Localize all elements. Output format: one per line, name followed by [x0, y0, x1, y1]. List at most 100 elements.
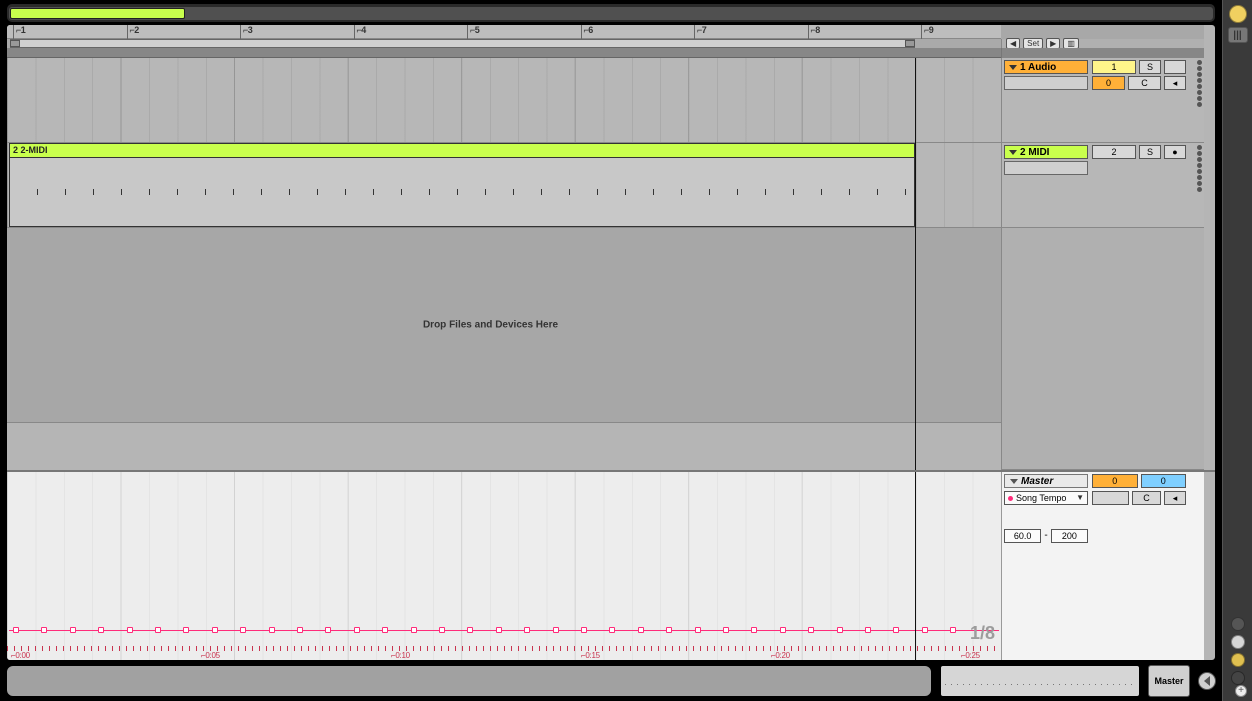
automation-breakpoint[interactable] [837, 627, 843, 633]
drop-area-label: Drop Files and Devices Here [423, 320, 558, 331]
automation-breakpoint[interactable] [297, 627, 303, 633]
master-label: Master [1021, 476, 1053, 487]
automation-breakpoint[interactable] [183, 627, 189, 633]
automation-breakpoint[interactable] [666, 627, 672, 633]
automation-breakpoint[interactable] [553, 627, 559, 633]
automation-param-label: Song Tempo [1016, 492, 1066, 504]
automation-breakpoint[interactable] [212, 627, 218, 633]
time-ruler[interactable]: ⌐0:00⌐0:05⌐0:10⌐0:15⌐0:20⌐0:25 [7, 646, 1001, 660]
time-ruler-label: ⌐0:05 [201, 651, 220, 660]
session-view-button[interactable] [1229, 5, 1247, 23]
track-header-audio[interactable]: 1 Audio 1 S 0 C ◂ [1001, 58, 1204, 143]
delay-button[interactable] [1231, 671, 1245, 685]
time-ruler-label: ⌐0:20 [771, 651, 790, 660]
master-cue-blank[interactable] [1092, 491, 1129, 505]
time-ruler-label: ⌐0:10 [391, 651, 410, 660]
horizontal-scrollbar[interactable] [6, 665, 932, 697]
playhead-automation [915, 472, 916, 660]
automation-breakpoint[interactable] [325, 627, 331, 633]
loop-bracket-lane[interactable] [7, 39, 1001, 48]
mixer-button[interactable] [1231, 653, 1245, 667]
automation-breakpoint[interactable] [950, 627, 956, 633]
automation-breakpoint[interactable] [865, 627, 871, 633]
automation-breakpoint[interactable] [609, 627, 615, 633]
track-header-midi[interactable]: 2 MIDI 2 S ● [1001, 143, 1204, 228]
time-ruler-label: ⌐0:25 [961, 651, 980, 660]
master-send-b[interactable]: 0 [1141, 474, 1187, 488]
automation-breakpoint[interactable] [581, 627, 587, 633]
track-arm-button[interactable] [1164, 60, 1186, 74]
track-solo-button[interactable]: S [1139, 60, 1161, 74]
track-fold-icon[interactable] [1010, 479, 1018, 484]
track-arm-button[interactable]: ● [1164, 145, 1186, 159]
tempo-min-field[interactable]: 60.0 [1004, 529, 1041, 543]
right-toolbar: ||| [1222, 0, 1252, 701]
automation-breakpoint[interactable] [695, 627, 701, 633]
loop-brace[interactable] [10, 39, 915, 48]
automation-breakpoint[interactable] [524, 627, 530, 633]
automation-breakpoint[interactable] [751, 627, 757, 633]
track-meter [1196, 60, 1202, 107]
tempo-max-field[interactable]: 200 [1051, 529, 1088, 543]
automation-breakpoint[interactable] [269, 627, 275, 633]
automation-breakpoint[interactable] [382, 627, 388, 633]
automation-breakpoint[interactable] [127, 627, 133, 633]
midi-clip-body[interactable] [9, 158, 915, 227]
return-button[interactable] [1231, 635, 1245, 649]
arrangement-view-button[interactable]: ||| [1228, 27, 1248, 43]
track-name-label: 1 Audio [1020, 62, 1056, 73]
automation-breakpoint[interactable] [240, 627, 246, 633]
track-cue-arrow[interactable]: ◂ [1164, 76, 1186, 90]
detail-view-toggle[interactable] [1198, 672, 1216, 690]
automation-breakpoint[interactable] [922, 627, 928, 633]
automation-breakpoint[interactable] [70, 627, 76, 633]
automation-breakpoint[interactable] [638, 627, 644, 633]
automation-breakpoint[interactable] [780, 627, 786, 633]
track-input-field[interactable] [1004, 161, 1088, 175]
arrangement-overview[interactable] [6, 3, 1216, 23]
track-send-a[interactable]: 0 [1092, 76, 1125, 90]
automation-breakpoint[interactable] [155, 627, 161, 633]
midi-clip[interactable]: 2 2-MIDI [9, 143, 915, 158]
automation-breakpoint[interactable] [467, 627, 473, 633]
track-input-field[interactable] [1004, 76, 1088, 90]
automation-breakpoint[interactable] [98, 627, 104, 633]
master-track-header[interactable]: Master [1004, 474, 1088, 488]
track-area-blank [1001, 228, 1204, 470]
track-lane-audio[interactable] [7, 58, 1001, 143]
master-cue[interactable]: C [1132, 491, 1161, 505]
automation-breakpoint[interactable] [439, 627, 445, 633]
io-button[interactable] [1231, 617, 1245, 631]
track-cue[interactable]: C [1128, 76, 1161, 90]
automation-breakpoint[interactable] [723, 627, 729, 633]
automation-active-icon [1008, 496, 1013, 501]
automation-breakpoint[interactable] [13, 627, 19, 633]
automation-breakpoint[interactable] [496, 627, 502, 633]
chevron-down-icon: ▼ [1076, 492, 1084, 504]
track-name-label: 2 MIDI [1020, 147, 1049, 158]
track-meter [1196, 145, 1202, 192]
overview-loop-region[interactable] [10, 8, 185, 19]
track-activator[interactable]: 2 [1092, 145, 1136, 159]
track-solo-button[interactable]: S [1139, 145, 1161, 159]
track-title-audio[interactable]: 1 Audio [1004, 60, 1088, 74]
automation-param-dropdown[interactable]: Song Tempo ▼ [1004, 491, 1088, 505]
automation-breakpoint[interactable] [808, 627, 814, 633]
track-lane-midi[interactable]: 2 2-MIDI [7, 143, 1001, 228]
automation-breakpoint[interactable] [41, 627, 47, 633]
master-cue-arrow[interactable]: ◂ [1164, 491, 1186, 505]
playhead[interactable] [915, 58, 916, 470]
automation-lane[interactable]: 1/8 ⌐0:00⌐0:05⌐0:10⌐0:15⌐0:20⌐0:25 [7, 472, 1001, 660]
master-button[interactable]: Master [1148, 665, 1190, 697]
automation-breakpoint[interactable] [354, 627, 360, 633]
automation-breakpoint[interactable] [411, 627, 417, 633]
master-output-meter [940, 665, 1140, 697]
track-title-midi[interactable]: 2 MIDI [1004, 145, 1088, 159]
track-fold-icon[interactable] [1009, 65, 1017, 70]
track-activator[interactable]: 1 [1092, 60, 1136, 74]
bar-beat-ruler[interactable]: ⌐1⌐2⌐3⌐4⌐5⌐6⌐7⌐8⌐9 [7, 25, 1001, 39]
track-fold-icon[interactable] [1009, 150, 1017, 155]
drop-area[interactable]: Drop Files and Devices Here [7, 228, 1001, 423]
automation-breakpoint[interactable] [893, 627, 899, 633]
master-send-a[interactable]: 0 [1092, 474, 1138, 488]
